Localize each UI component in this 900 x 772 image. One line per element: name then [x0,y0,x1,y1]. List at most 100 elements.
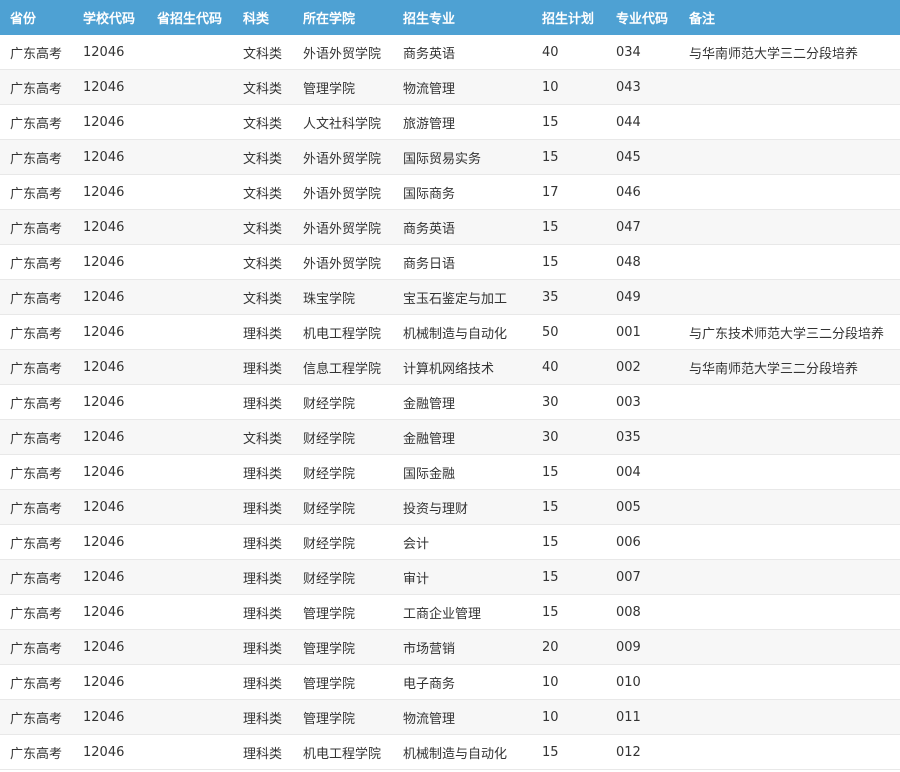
header-major-code: 专业代码 [606,0,679,35]
cell-plan: 15 [532,489,606,525]
cell-school-code: 12046 [73,524,147,560]
cell-remarks [679,419,900,455]
cell-school-code: 12046 [73,559,147,595]
cell-school-code: 12046 [73,104,147,140]
table-row: 广东高考 12046 文科类 珠宝学院 宝玉石鉴定与加工 35 049 [0,279,900,315]
table-row: 广东高考 12046 理科类 机电工程学院 机械制造与自动化 50 001 与广东技术师范大学… [0,314,900,350]
cell-category: 文科类 [233,35,293,70]
cell-major: 机械制造与自动化 [393,314,532,350]
table-row: 广东高考 12046 理科类 管理学院 市场营销 20 009 [0,629,900,665]
cell-major-code: 007 [606,559,679,595]
table-row: 广东高考 12046 文科类 外语外贸学院 商务日语 15 048 [0,244,900,280]
cell-remarks [679,664,900,700]
header-category: 科类 [233,0,293,35]
cell-plan: 50 [532,314,606,350]
cell-category: 文科类 [233,244,293,280]
cell-plan: 15 [532,559,606,595]
cell-province: 广东高考 [0,454,73,490]
table-row: 广东高考 12046 理科类 管理学院 物流管理 10 011 [0,699,900,735]
cell-major-code: 008 [606,594,679,630]
cell-major-code: 044 [606,104,679,140]
cell-remarks [679,244,900,280]
cell-category: 理科类 [233,559,293,595]
cell-major-code: 011 [606,699,679,735]
table-row: 广东高考 12046 文科类 外语外贸学院 国际贸易实务 15 045 [0,139,900,175]
cell-province: 广东高考 [0,69,73,105]
cell-category: 文科类 [233,279,293,315]
cell-school-code: 12046 [73,699,147,735]
cell-province: 广东高考 [0,524,73,560]
cell-plan: 20 [532,629,606,665]
cell-school-code: 12046 [73,279,147,315]
cell-college: 财经学院 [293,489,393,525]
cell-school-code: 12046 [73,629,147,665]
cell-major: 旅游管理 [393,104,532,140]
cell-province: 广东高考 [0,384,73,420]
cell-major-code: 006 [606,524,679,560]
cell-plan: 40 [532,35,606,70]
cell-major: 计算机网络技术 [393,349,532,385]
cell-plan: 15 [532,104,606,140]
cell-plan: 15 [532,524,606,560]
cell-category: 理科类 [233,734,293,770]
cell-remarks [679,139,900,175]
cell-category: 文科类 [233,104,293,140]
cell-remarks [679,104,900,140]
cell-college: 机电工程学院 [293,314,393,350]
cell-provincial-code [147,734,233,770]
cell-college: 管理学院 [293,664,393,700]
cell-provincial-code [147,594,233,630]
admission-plan-table: 省份 学校代码 省招生代码 科类 所在学院 招生专业 招生计划 专业代码 备注 … [0,0,900,770]
cell-plan: 15 [532,209,606,245]
cell-plan: 15 [532,244,606,280]
cell-plan: 30 [532,384,606,420]
table-body: 广东高考 12046 文科类 外语外贸学院 商务英语 40 034 与华南师范大学三二分段培养… [0,35,900,770]
cell-province: 广东高考 [0,104,73,140]
cell-remarks: 与华南师范大学三二分段培养 [679,349,900,385]
cell-province: 广东高考 [0,594,73,630]
header-province: 省份 [0,0,73,35]
cell-province: 广东高考 [0,279,73,315]
cell-provincial-code [147,209,233,245]
header-plan: 招生计划 [532,0,606,35]
cell-provincial-code [147,664,233,700]
cell-college: 外语外贸学院 [293,35,393,70]
cell-school-code: 12046 [73,454,147,490]
cell-major: 物流管理 [393,699,532,735]
cell-provincial-code [147,699,233,735]
cell-college: 财经学院 [293,384,393,420]
cell-provincial-code [147,454,233,490]
cell-provincial-code [147,104,233,140]
cell-remarks [679,594,900,630]
cell-category: 文科类 [233,139,293,175]
cell-plan: 15 [532,594,606,630]
cell-remarks: 与广东技术师范大学三二分段培养 [679,314,900,350]
cell-plan: 35 [532,279,606,315]
table-row: 广东高考 12046 理科类 管理学院 电子商务 10 010 [0,664,900,700]
cell-category: 文科类 [233,69,293,105]
cell-major: 物流管理 [393,69,532,105]
table-row: 广东高考 12046 文科类 外语外贸学院 国际商务 17 046 [0,174,900,210]
cell-remarks [679,454,900,490]
cell-school-code: 12046 [73,664,147,700]
cell-plan: 15 [532,454,606,490]
cell-college: 机电工程学院 [293,734,393,770]
cell-major: 金融管理 [393,419,532,455]
cell-province: 广东高考 [0,244,73,280]
cell-provincial-code [147,69,233,105]
cell-plan: 15 [532,734,606,770]
cell-major-code: 004 [606,454,679,490]
table-row: 广东高考 12046 理科类 财经学院 投资与理财 15 005 [0,489,900,525]
table-row: 广东高考 12046 理科类 信息工程学院 计算机网络技术 40 002 与华南师范大学三二分… [0,349,900,385]
cell-plan: 40 [532,349,606,385]
cell-provincial-code [147,349,233,385]
cell-major-code: 003 [606,384,679,420]
cell-college: 财经学院 [293,559,393,595]
cell-major: 工商企业管理 [393,594,532,630]
cell-college: 管理学院 [293,594,393,630]
cell-major: 商务英语 [393,209,532,245]
cell-school-code: 12046 [73,594,147,630]
cell-major: 国际金融 [393,454,532,490]
cell-remarks [679,734,900,770]
table-row: 广东高考 12046 理科类 财经学院 金融管理 30 003 [0,384,900,420]
